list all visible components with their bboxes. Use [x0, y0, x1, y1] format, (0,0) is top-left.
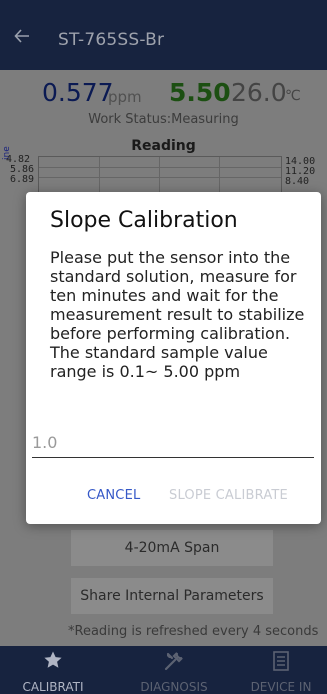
nav-label: CALIBRATI	[22, 680, 84, 694]
refresh-note: *Reading is refreshed every 4 seconds	[68, 624, 319, 639]
bottom-nav: CALIBRATI DIAGNOSIS DEVICE IN	[0, 646, 327, 694]
work-status: Work Status:Measuring	[88, 112, 239, 127]
dialog-message: Please put the sensor into the standard …	[50, 248, 305, 381]
slope-calibration-dialog: Slope Calibration Please put the sensor …	[26, 192, 321, 524]
ppm-unit: ppm	[108, 88, 142, 106]
star-icon	[44, 651, 62, 668]
span-button[interactable]: 4-20mA Span	[71, 530, 273, 566]
grid-line	[39, 177, 281, 178]
nav-calibration[interactable]: CALIBRATI	[10, 646, 96, 694]
nav-label: DEVICE IN	[250, 680, 312, 694]
share-parameters-button[interactable]: Share Internal Parameters	[71, 578, 273, 614]
ppm-value: 0.577	[42, 78, 114, 107]
grid-line	[39, 167, 281, 168]
document-icon	[273, 651, 289, 671]
arrow-left-icon[interactable]	[14, 28, 30, 44]
nav-diagnosis[interactable]: DIAGNOSIS	[124, 646, 224, 694]
cancel-button[interactable]: CANCEL	[87, 488, 140, 503]
tools-icon	[164, 652, 183, 671]
right-tick: 8.40	[285, 176, 310, 187]
ph-value: 5.50	[169, 78, 231, 107]
grid-line	[99, 157, 100, 195]
temperature-unit: ℃	[285, 88, 301, 104]
temperature-value: 26.0	[231, 78, 287, 107]
sample-value-input[interactable]	[32, 428, 314, 458]
nav-label: DIAGNOSIS	[140, 680, 208, 694]
reading-chart	[38, 156, 282, 196]
page-title: ST-765SS-Br	[58, 30, 165, 50]
grid-line	[219, 157, 220, 195]
dialog-title: Slope Calibration	[50, 208, 238, 233]
nav-device-info[interactable]: DEVICE IN	[236, 646, 326, 694]
readings-row: 0.577 ppm 5.50 26.0 ℃	[0, 78, 327, 110]
app-bar: ST-765SS-Br	[0, 0, 327, 70]
grid-line	[159, 157, 160, 195]
slope-calibrate-button[interactable]: SLOPE CALIBRATE	[169, 488, 288, 503]
chart-title: Reading	[131, 138, 196, 154]
left-tick: 6.89	[10, 174, 35, 185]
